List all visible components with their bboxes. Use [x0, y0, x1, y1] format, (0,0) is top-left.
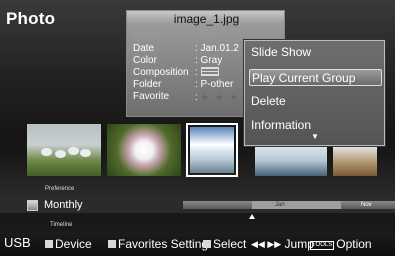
menu-item-delete[interactable]: Delete	[249, 93, 382, 110]
timeline-cursor-icon	[249, 214, 255, 219]
file-name: image_1.jpg	[173, 12, 240, 26]
group-icon	[27, 200, 38, 211]
select-button[interactable]: Select	[203, 237, 246, 251]
scroll-down-icon[interactable]: ▼	[311, 133, 319, 141]
green-button-icon	[108, 240, 116, 248]
options-menu: Slide Show Play Current Group Delete Inf…	[244, 40, 385, 146]
option-button[interactable]: TOOLS Option	[310, 237, 372, 251]
timeline-marker-jan: Jan	[275, 202, 285, 208]
info-label-favorite: Favorite	[133, 91, 170, 102]
timeline-label: Timeline	[50, 222, 73, 228]
grid-icon	[200, 67, 219, 76]
option-label: Option	[336, 237, 372, 251]
info-value-favorite-colon: :	[195, 92, 198, 103]
menu-item-slide-show[interactable]: Slide Show	[249, 44, 382, 61]
favorites-setting-label: Favorites Setting	[118, 237, 209, 251]
sheep-shape	[41, 148, 52, 156]
app-title: Photo	[6, 9, 56, 28]
source-label: USB	[4, 235, 31, 250]
thumbnail-sky-image	[190, 127, 234, 173]
tv-screen: Photo image_1.jpg Month : Jan Date : Jan…	[0, 0, 399, 256]
favorite-stars-icon: ★ ★ ★	[200, 92, 240, 102]
thumbnail-sky-selected[interactable]	[186, 123, 238, 177]
info-value-composition-colon: :	[195, 67, 198, 78]
info-value-favorite: : ★ ★ ★	[195, 91, 240, 104]
timeline-marker-nov: Nov	[361, 202, 372, 208]
tools-icon: TOOLS	[310, 241, 335, 250]
frame-edge	[395, 0, 399, 256]
info-value-color: : Gray	[195, 55, 223, 66]
red-button-icon	[45, 240, 53, 248]
info-label-date: Date	[133, 43, 155, 54]
sheep-shape	[80, 149, 91, 157]
select-label: Select	[213, 237, 247, 251]
favorites-setting-button[interactable]: Favorites Setting	[108, 237, 208, 251]
info-value-date: : Jan.01.2	[195, 43, 239, 54]
info-value-folder: : P-other	[195, 79, 234, 90]
enter-button-icon	[203, 240, 211, 248]
info-value-month: : Jan	[195, 31, 217, 42]
help-bar: USB Device Favorites Setting Select ◀◀ ▶…	[0, 233, 395, 256]
info-label-color: Color	[133, 55, 157, 66]
skip-arrows-icon: ◀◀ ▶▶	[251, 239, 282, 249]
thumbnail-sheep[interactable]	[27, 124, 101, 176]
info-label-composition: Composition	[133, 67, 189, 78]
info-label-folder: Folder	[133, 79, 162, 90]
timeline-current-range	[252, 201, 341, 209]
sheep-shape	[68, 147, 79, 155]
thumbnail-flower[interactable]	[107, 124, 181, 176]
menu-item-play-current-group[interactable]: Play Current Group	[249, 69, 382, 86]
device-label: Device	[55, 237, 92, 251]
preference-label: Preference	[45, 186, 75, 192]
jump-button[interactable]: ◀◀ ▶▶ Jump	[251, 237, 314, 251]
device-button[interactable]: Device	[45, 237, 92, 251]
info-value-composition: :	[195, 67, 219, 79]
info-label-month: Month	[133, 31, 161, 42]
group-mode-label[interactable]: Monthly	[44, 199, 83, 211]
sheep-shape	[55, 150, 66, 158]
